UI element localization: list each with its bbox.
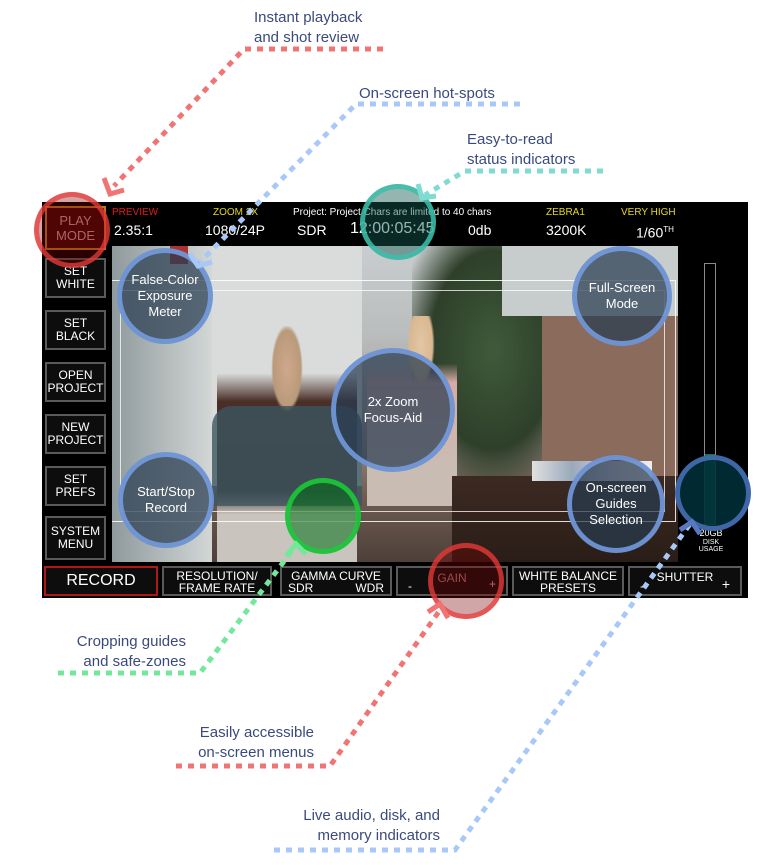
gain-hotspot[interactable] xyxy=(428,543,504,619)
wb-line2: PRESETS xyxy=(539,581,596,595)
shutter-control[interactable]: SHUTTER - + xyxy=(628,566,742,596)
zoom-label: ZOOM 2X xyxy=(213,207,259,218)
caption-cropping-guides: Cropping guides and safe-zones xyxy=(76,633,186,670)
set-prefs-button[interactable]: SET PREFS xyxy=(45,466,106,506)
quality-label: VERY HIGH xyxy=(621,207,676,218)
gain-minus-button[interactable]: - xyxy=(408,580,412,592)
arrowhead-playback xyxy=(101,177,125,198)
shutter-value[interactable]: 1/60TH xyxy=(636,222,674,241)
gain-value[interactable]: 0db xyxy=(468,222,491,238)
white-balance-value[interactable]: 3200K xyxy=(546,222,586,238)
new-project-button[interactable]: NEW PROJECT xyxy=(45,414,106,454)
preview-label: PREVIEW xyxy=(112,207,159,218)
resolution-frame-rate-button[interactable]: RESOLUTION/ FRAME RATE xyxy=(162,566,272,596)
record-label: RECORD xyxy=(66,572,136,589)
full-screen-hotspot[interactable]: Full-Screen Mode xyxy=(572,246,672,346)
gamma-options: SDR WDR xyxy=(282,582,390,594)
shutter-minus-button[interactable]: - xyxy=(640,580,644,592)
caption-instant-playback: Instant playback and shot review xyxy=(254,9,363,46)
false-color-hotspot[interactable]: False-Color Exposure Meter xyxy=(117,248,213,344)
zoom-focus-aid-hotspot[interactable]: 2x Zoom Focus-Aid xyxy=(331,348,455,472)
timecode-hotspot[interactable] xyxy=(360,184,436,260)
system-menu-button[interactable]: SYSTEM MENU xyxy=(45,516,106,560)
caption-menus: Easily accessible on-screen menus xyxy=(198,724,314,761)
caption-status-indicators: Easy-to-read status indicators xyxy=(467,131,576,168)
record-button[interactable]: RECORD xyxy=(44,566,158,596)
shutter-value-suffix: TH xyxy=(663,225,674,234)
leader-playback xyxy=(112,46,383,188)
gamma-curve-button[interactable]: GAMMA CURVE SDR WDR xyxy=(280,566,392,596)
gamma-wdr-option[interactable]: WDR xyxy=(355,582,384,594)
shutter-value-number: 1/60 xyxy=(636,224,664,241)
gamma-sdr-option[interactable]: SDR xyxy=(288,582,313,594)
open-project-button[interactable]: OPEN PROJECT xyxy=(45,362,106,402)
white-balance-presets-button[interactable]: WHITE BALANCE PRESETS xyxy=(512,566,624,596)
leader-status xyxy=(423,168,603,198)
resolution-line2: FRAME RATE xyxy=(178,581,256,595)
gamma-value[interactable]: SDR xyxy=(297,222,327,238)
disk-label-line1: DISK xyxy=(702,539,720,546)
disk-label-line2: USAGE xyxy=(698,546,724,553)
play-mode-hotspot[interactable] xyxy=(34,192,110,268)
caption-live-indicators: Live audio, disk, and memory indicators xyxy=(303,807,440,844)
guides-selection-hotspot[interactable]: On-screen Guides Selection xyxy=(567,455,665,553)
start-stop-record-hotspot[interactable]: Start/Stop Record xyxy=(118,452,214,548)
disk-usage-hotspot[interactable] xyxy=(675,455,751,531)
aspect-ratio-value[interactable]: 2.35:1 xyxy=(114,222,153,238)
caption-hot-spots: On-screen hot-spots xyxy=(359,85,495,102)
cropping-guides-hotspot[interactable] xyxy=(285,478,361,554)
resolution-value[interactable]: 1080/24P xyxy=(205,222,265,238)
zebra-label: ZEBRA1 xyxy=(546,207,585,218)
set-black-button[interactable]: SET BLACK xyxy=(45,310,106,350)
shutter-plus-button[interactable]: + xyxy=(722,577,730,591)
